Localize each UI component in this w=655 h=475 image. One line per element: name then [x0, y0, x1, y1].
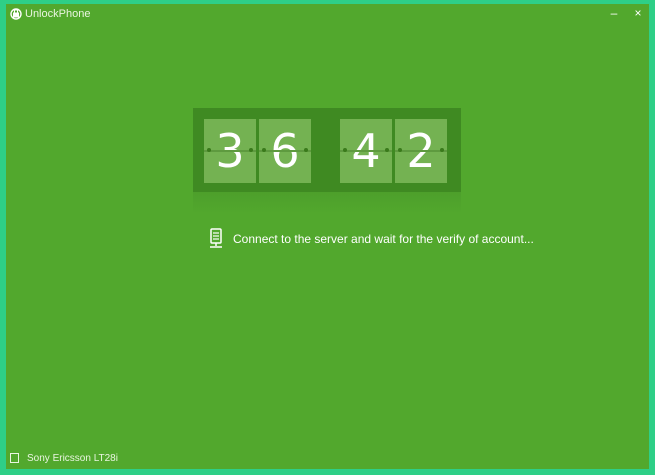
- digit-hinge-dot: [207, 148, 211, 152]
- digit-hinge-dot: [249, 148, 253, 152]
- digit-hinge-dot: [440, 148, 444, 152]
- phone-icon: [10, 453, 19, 463]
- window-frame: UnlockPhone – × 3 6 4 2 Connect to the s…: [0, 0, 655, 475]
- counter-digit: 6: [259, 119, 311, 183]
- app-logo-icon: [10, 8, 22, 20]
- app-window: UnlockPhone – × 3 6 4 2 Connect to the s…: [6, 4, 649, 469]
- close-button[interactable]: ×: [630, 6, 646, 20]
- counter-digit: 3: [204, 119, 256, 183]
- app-title: UnlockPhone: [25, 8, 91, 20]
- device-name: Sony Ericsson LT28i: [27, 453, 118, 464]
- digit-hinge-dot: [343, 148, 347, 152]
- title-bar[interactable]: UnlockPhone – ×: [6, 4, 649, 26]
- digit-hinge-dot: [398, 148, 402, 152]
- counter-digit: 2: [395, 119, 447, 183]
- server-icon: [210, 228, 222, 248]
- digit-hinge-dot: [385, 148, 389, 152]
- counter-digit: 4: [340, 119, 392, 183]
- status-text: Connect to the server and wait for the v…: [233, 232, 534, 246]
- digit-hinge-dot: [262, 148, 266, 152]
- flip-counter: 3 6 4 2: [193, 108, 461, 192]
- counter-shadow: [193, 192, 461, 214]
- digit-hinge-dot: [304, 148, 308, 152]
- minimize-button[interactable]: –: [606, 6, 622, 20]
